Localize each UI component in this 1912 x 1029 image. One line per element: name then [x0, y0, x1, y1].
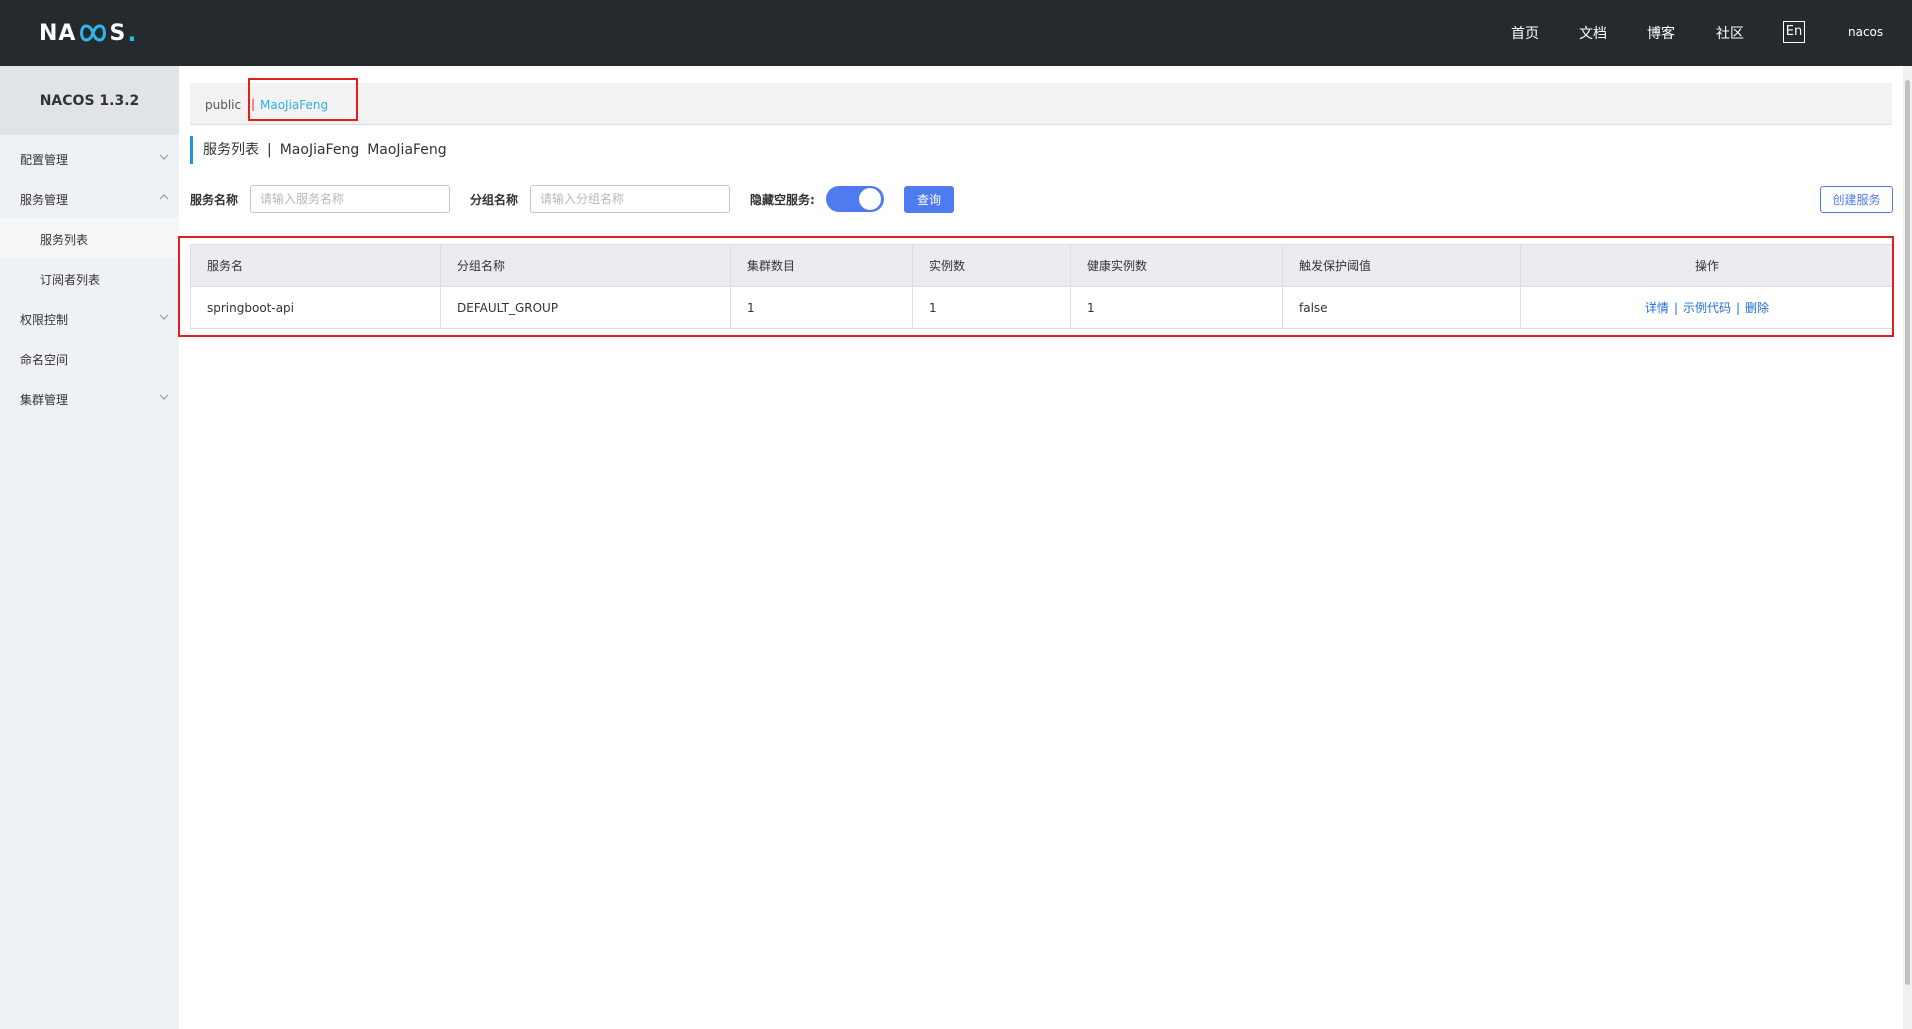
page-title-separator: |	[267, 142, 272, 158]
create-service-button[interactable]: 创建服务	[1820, 186, 1893, 213]
cell-protect-threshold: false	[1282, 286, 1521, 329]
group-name-label: 分组名称	[470, 193, 519, 207]
sidebar-item-label: 集群管理	[20, 393, 69, 407]
page-title: 服务列表 | MaoJiaFeng MaoJiaFeng	[190, 136, 447, 164]
column-header-instance-count: 实例数	[912, 244, 1071, 287]
sidebar-item-service-management[interactable]: 服务管理	[0, 178, 179, 218]
sidebar-item-label: 服务管理	[20, 193, 69, 207]
column-header-protect-threshold: 触发保护阈值	[1282, 244, 1521, 287]
column-header-cluster-count: 集群数目	[730, 244, 913, 287]
page-title-namespace-name: MaoJiaFeng	[279, 142, 360, 158]
toggle-knob	[859, 188, 881, 210]
query-button[interactable]: 查询	[904, 186, 954, 213]
column-header-group-name: 分组名称	[440, 244, 731, 287]
chevron-down-icon	[159, 314, 169, 320]
logo-text-right: S	[109, 20, 127, 46]
namespace-separator: |	[251, 97, 256, 111]
logo-infinity-icon	[80, 24, 107, 42]
namespace-item-maojiafeng[interactable]: MaoJiaFeng	[260, 98, 328, 112]
cell-service-name: springboot-api	[190, 286, 441, 329]
cell-cluster-count: 1	[730, 286, 913, 329]
nav-home[interactable]: 首页	[1511, 23, 1539, 43]
sidebar: NACOS 1.3.2 配置管理 服务管理 服务列表 订阅者列表 权限控制 命名…	[0, 66, 179, 1029]
action-separator: |	[1736, 301, 1741, 315]
sidebar-item-label: 权限控制	[20, 313, 69, 327]
top-bar: NA S . 首页 文档 博客 社区 En nacos	[0, 0, 1912, 66]
chevron-down-icon	[159, 154, 169, 160]
cell-instance-count: 1	[912, 286, 1071, 329]
logo-dot: .	[127, 19, 138, 47]
detail-link[interactable]: 详情	[1645, 301, 1669, 315]
nav-blog[interactable]: 博客	[1647, 23, 1675, 43]
page-title-text: 服务列表	[203, 142, 259, 158]
service-table: 服务名 分组名称 集群数目 实例数 健康实例数 触发保护阈值 操作 spring…	[190, 244, 1894, 329]
sidebar-item-service-list[interactable]: 服务列表	[0, 218, 179, 258]
sidebar-item-label: 服务列表	[40, 233, 89, 247]
logo-text-left: NA	[39, 20, 77, 46]
namespace-item-public[interactable]: public	[205, 98, 241, 112]
namespace-bar: public | MaoJiaFeng	[190, 83, 1892, 125]
sidebar-item-label: 命名空间	[20, 353, 69, 367]
sidebar-item-subscriber-list[interactable]: 订阅者列表	[0, 258, 179, 298]
table-row: springboot-api DEFAULT_GROUP 1 1 1 false…	[190, 286, 1894, 329]
nav-community[interactable]: 社区	[1716, 23, 1744, 43]
sidebar-item-access-control[interactable]: 权限控制	[0, 298, 179, 338]
sidebar-item-namespace[interactable]: 命名空间	[0, 338, 179, 378]
sidebar-item-cluster-management[interactable]: 集群管理	[0, 378, 179, 418]
sidebar-item-label: 配置管理	[20, 153, 69, 167]
column-header-healthy-instance-count: 健康实例数	[1070, 244, 1283, 287]
table-header-row: 服务名 分组名称 集群数目 实例数 健康实例数 触发保护阈值 操作	[190, 244, 1894, 287]
nacos-logo[interactable]: NA S .	[39, 18, 137, 48]
user-name[interactable]: nacos	[1848, 25, 1883, 39]
cell-healthy-instance-count: 1	[1070, 286, 1283, 329]
chevron-up-icon	[159, 194, 169, 200]
cell-actions: 详情 | 示例代码 | 删除	[1520, 286, 1894, 329]
service-name-label: 服务名称	[190, 193, 239, 207]
cell-group-name: DEFAULT_GROUP	[440, 286, 731, 329]
sidebar-item-label: 订阅者列表	[40, 273, 101, 287]
hide-empty-services-label: 隐藏空服务:	[750, 193, 815, 207]
group-name-input[interactable]	[530, 185, 730, 213]
sample-code-link[interactable]: 示例代码	[1683, 301, 1731, 315]
sidebar-brand: NACOS 1.3.2	[0, 66, 179, 135]
delete-link[interactable]: 删除	[1745, 301, 1769, 315]
action-separator: |	[1673, 301, 1678, 315]
nav-docs[interactable]: 文档	[1579, 23, 1607, 43]
service-name-input[interactable]	[250, 185, 450, 213]
page-title-namespace-id: MaoJiaFeng	[367, 142, 447, 158]
column-header-service-name: 服务名	[190, 244, 441, 287]
page-scrollbar-thumb[interactable]	[1905, 80, 1910, 985]
chevron-down-icon	[159, 394, 169, 400]
column-header-actions: 操作	[1520, 244, 1894, 287]
sidebar-item-config-management[interactable]: 配置管理	[0, 138, 179, 178]
hide-empty-services-toggle[interactable]	[826, 186, 884, 212]
language-switch-button[interactable]: En	[1783, 21, 1805, 43]
